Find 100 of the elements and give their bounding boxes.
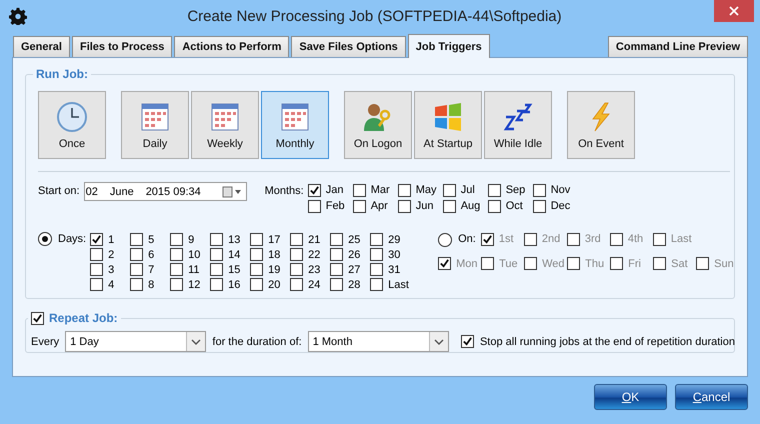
- window-title: Create New Processing Job (SOFTPEDIA-44\Softpedia): [186, 8, 563, 24]
- checkbox-label: 26: [348, 248, 360, 260]
- tab[interactable]: Files to Process: [72, 36, 172, 57]
- checkbox-label: 16: [228, 278, 240, 290]
- trigger-button[interactable]: On Event: [567, 91, 635, 159]
- checkbox[interactable]: [330, 248, 344, 261]
- trigger-button[interactable]: Monthly: [261, 91, 329, 159]
- checkbox[interactable]: [170, 278, 184, 291]
- dropdown[interactable]: 1 Month: [308, 331, 449, 352]
- checkbox[interactable]: [488, 200, 501, 212]
- checkbox[interactable]: [532, 200, 546, 212]
- checkbox[interactable]: [442, 200, 456, 212]
- checkbox[interactable]: [170, 263, 184, 276]
- gear-icon: [9, 7, 27, 25]
- checkbox[interactable]: [130, 278, 144, 291]
- dialog-button[interactable]: Cancel: [675, 384, 748, 410]
- trigger-button[interactable]: Weekly: [191, 91, 259, 159]
- checkbox[interactable]: [250, 263, 264, 276]
- checkbox[interactable]: [370, 263, 384, 276]
- checkbox[interactable]: [170, 248, 184, 261]
- checkbox-label: 10: [188, 248, 200, 260]
- checkbox[interactable]: [210, 278, 224, 291]
- checkbox[interactable]: [31, 312, 44, 325]
- checkbox-label: 9: [188, 234, 194, 246]
- checkbox[interactable]: [532, 184, 546, 196]
- tab[interactable]: Job Triggers: [408, 34, 490, 58]
- radio-button[interactable]: [38, 232, 52, 246]
- checkbox[interactable]: [398, 184, 411, 196]
- checkbox[interactable]: [330, 278, 344, 291]
- trigger-button[interactable]: While Idle: [484, 91, 552, 159]
- chevron-down-icon: [434, 338, 444, 344]
- checkbox[interactable]: [130, 263, 144, 276]
- checkbox-label: 14: [228, 248, 240, 260]
- checkbox[interactable]: [488, 184, 501, 196]
- checkbox[interactable]: [308, 200, 321, 212]
- dialog-button[interactable]: OK: [594, 384, 667, 410]
- checkbox[interactable]: [130, 248, 144, 261]
- calendar-icon: [139, 100, 171, 132]
- checkbox-label: 13: [228, 234, 240, 246]
- checkbox-label: 5: [148, 234, 154, 246]
- checkbox-label: Oct: [506, 200, 523, 212]
- tab[interactable]: Command Line Preview: [608, 36, 748, 57]
- checkbox[interactable]: [330, 263, 344, 276]
- year-time-value: 2015 09:34: [146, 186, 201, 198]
- radio-label: On:: [458, 232, 476, 247]
- checkbox[interactable]: [90, 278, 104, 291]
- field-label: for the duration of:: [212, 334, 302, 350]
- checkbox-label: Jun: [416, 200, 434, 212]
- checkbox-label: 15: [228, 264, 240, 276]
- dropdown[interactable]: 1 Day: [65, 331, 206, 352]
- date-time-picker[interactable]: 02 June 2015 09:34: [84, 182, 247, 201]
- trigger-button[interactable]: On Logon: [344, 91, 412, 159]
- checkbox-label: Feb: [326, 200, 345, 212]
- checkbox-label: 27: [348, 264, 360, 276]
- checkbox[interactable]: [370, 248, 384, 261]
- trigger-button[interactable]: Once: [38, 91, 106, 159]
- checkbox[interactable]: [290, 248, 304, 261]
- checkbox-label: 2: [108, 248, 114, 260]
- checkbox[interactable]: [352, 184, 366, 196]
- chevron-down-icon: [191, 338, 202, 344]
- checkbox-label: 7: [148, 264, 154, 276]
- checkbox[interactable]: [90, 233, 104, 246]
- checkbox[interactable]: [90, 263, 104, 276]
- checkbox[interactable]: [210, 233, 224, 246]
- checkbox-label: Sun: [714, 258, 734, 270]
- month-value: June: [110, 186, 134, 198]
- checkbox[interactable]: [308, 184, 321, 196]
- calendar-icon: [279, 100, 311, 132]
- checkbox[interactable]: [442, 184, 456, 196]
- tab[interactable]: Actions to Perform: [174, 36, 290, 57]
- calendar-dropdown-icon: [222, 186, 242, 198]
- checkbox-label: Wed: [542, 258, 565, 270]
- checkbox-label: Fri: [628, 258, 641, 270]
- tab[interactable]: Save Files Options: [291, 36, 406, 57]
- checkbox-label: 1st: [498, 233, 514, 245]
- checkbox[interactable]: [210, 248, 224, 261]
- checkbox[interactable]: [370, 233, 384, 246]
- checkbox[interactable]: [210, 263, 224, 276]
- checkbox[interactable]: [170, 233, 184, 246]
- checkbox[interactable]: [90, 248, 104, 261]
- close-icon: [729, 6, 739, 16]
- day-value: 02: [86, 186, 98, 198]
- checkbox[interactable]: [290, 233, 304, 246]
- trigger-button[interactable]: At Startup: [414, 91, 482, 159]
- trigger-button[interactable]: Daily: [121, 91, 189, 159]
- close-button[interactable]: [714, 0, 754, 22]
- checkbox[interactable]: [250, 233, 264, 246]
- checkbox[interactable]: [250, 278, 264, 291]
- checkbox[interactable]: [352, 200, 366, 212]
- checkbox-label: 4: [108, 278, 114, 290]
- checkbox[interactable]: [330, 233, 344, 246]
- checkbox[interactable]: [290, 263, 304, 276]
- checkbox[interactable]: [460, 335, 474, 348]
- checkbox[interactable]: [250, 248, 264, 261]
- tab[interactable]: General: [13, 36, 70, 57]
- checkbox[interactable]: [290, 278, 304, 291]
- checkbox[interactable]: [130, 233, 144, 246]
- checkbox[interactable]: [398, 200, 411, 212]
- checkbox-label: 30: [388, 248, 400, 260]
- checkbox[interactable]: [370, 278, 384, 291]
